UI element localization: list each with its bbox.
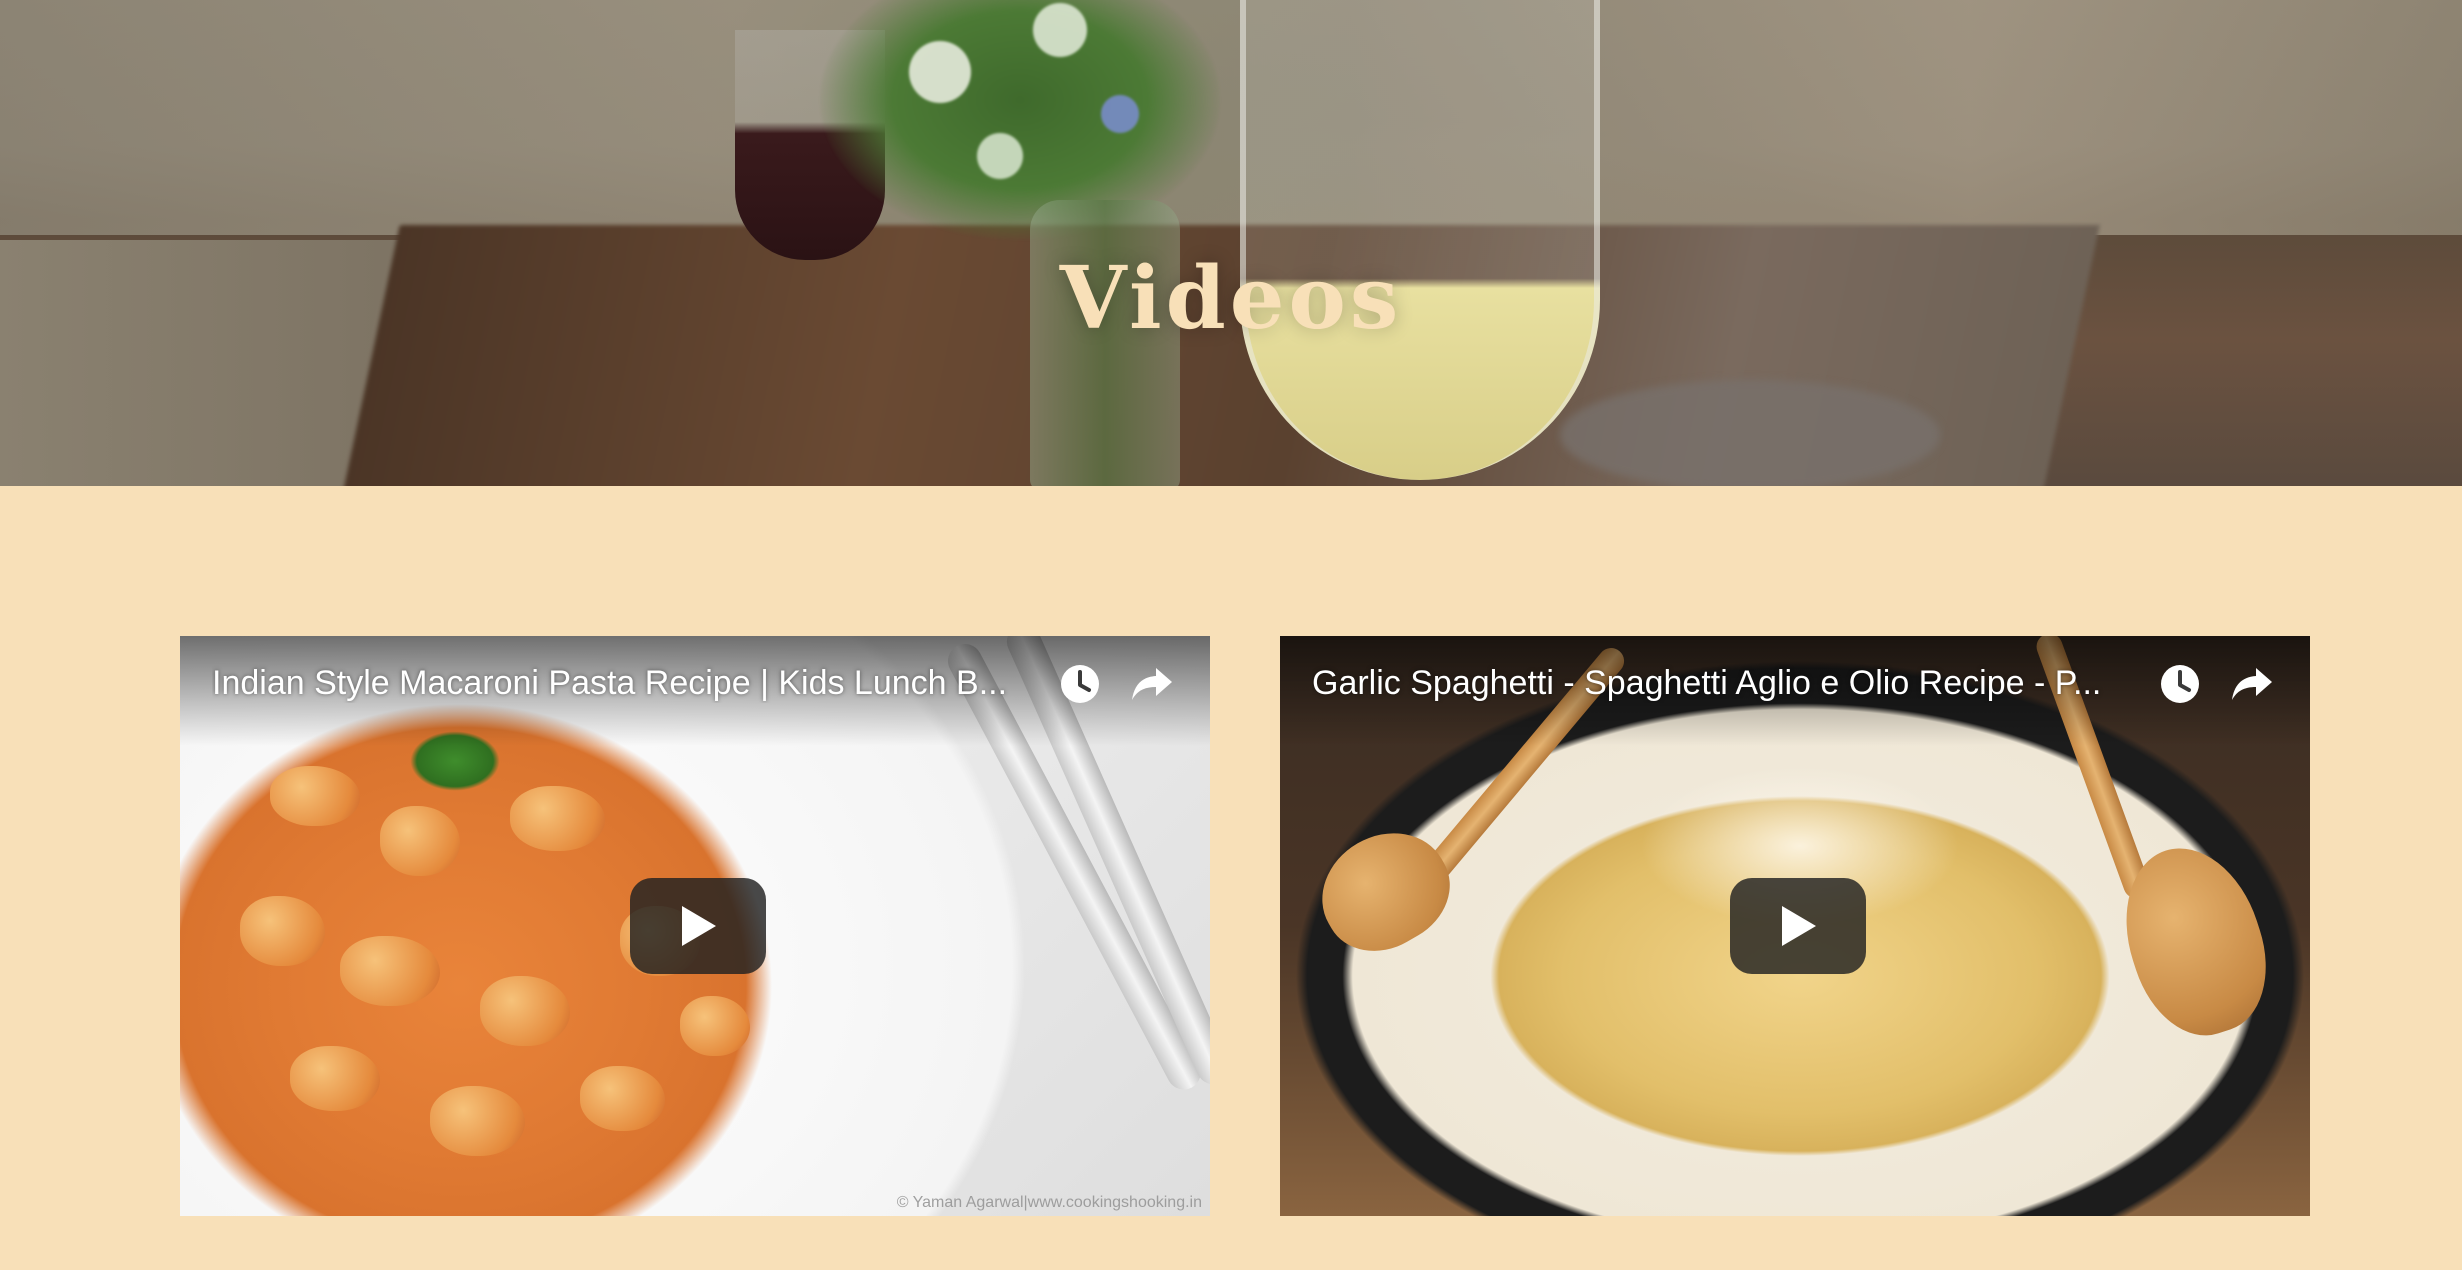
hero-background-wall — [0, 0, 2462, 235]
play-button[interactable] — [1730, 878, 1866, 974]
clock-icon[interactable] — [1058, 662, 1102, 706]
thumbnail-macaroni — [480, 976, 570, 1046]
video-embed-macaroni[interactable]: © Yaman Agarwal|www.cookingshooking.in I… — [180, 636, 1210, 1216]
play-button[interactable] — [630, 878, 766, 974]
video-embed-garlic-spaghetti[interactable]: Garlic Spaghetti - Spaghetti Aglio e Oli… — [1280, 636, 2310, 1216]
page-title: Videos — [1059, 247, 1403, 349]
video-title[interactable]: Indian Style Macaroni Pasta Recipe | Kid… — [212, 664, 1032, 703]
thumbnail-macaroni — [270, 766, 360, 826]
hero-plate — [1560, 380, 1940, 486]
thumbnail-macaroni — [240, 896, 325, 966]
thumbnail-macaroni — [510, 786, 605, 851]
hero-white-wine-glass — [1240, 0, 1600, 480]
thumbnail-macaroni — [580, 1066, 665, 1131]
share-arrow-icon[interactable] — [1128, 662, 1176, 706]
video-title[interactable]: Garlic Spaghetti - Spaghetti Aglio e Oli… — [1312, 664, 2132, 703]
play-icon — [682, 906, 716, 946]
clock-icon[interactable] — [2158, 662, 2202, 706]
share-arrow-icon[interactable] — [2228, 662, 2276, 706]
thumbnail-wooden-fork — [1301, 810, 1469, 972]
hero-banner: Videos — [0, 0, 2462, 486]
thumbnail-macaroni — [680, 996, 750, 1056]
thumbnail-macaroni — [430, 1086, 525, 1156]
thumbnail-watermark: © Yaman Agarwal|www.cookingshooking.in — [896, 1194, 1202, 1211]
play-icon — [1782, 906, 1816, 946]
thumbnail-macaroni — [290, 1046, 380, 1111]
thumbnail-macaroni — [340, 936, 440, 1006]
thumbnail-macaroni — [380, 806, 460, 876]
